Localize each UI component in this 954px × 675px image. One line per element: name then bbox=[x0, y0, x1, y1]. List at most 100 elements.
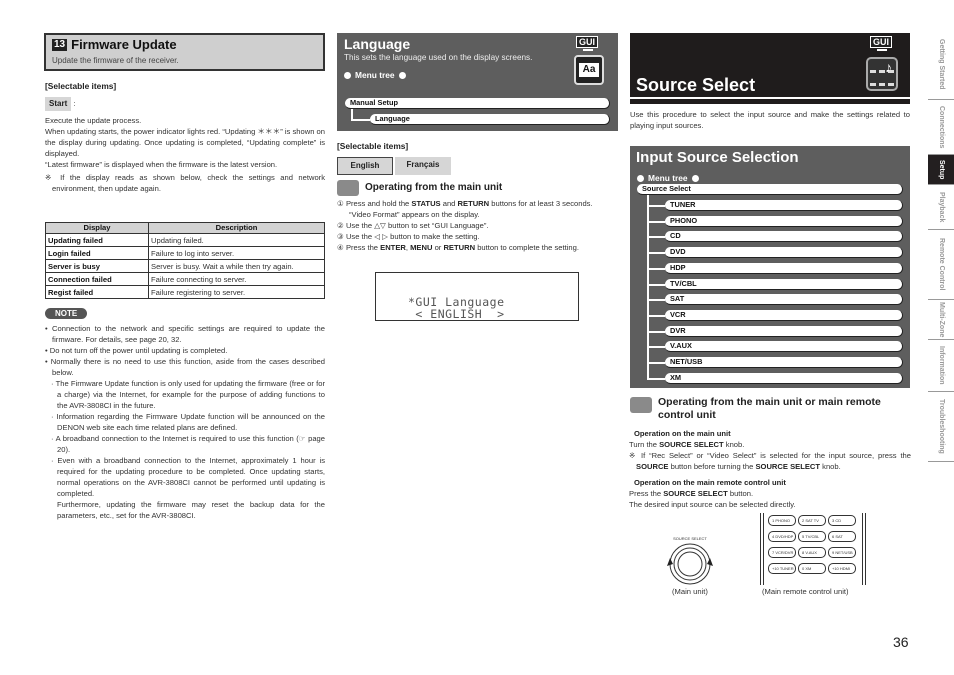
language-description: This sets the language used on the displ… bbox=[344, 53, 533, 62]
start-item: Start : bbox=[45, 97, 75, 111]
description-cell: Server is busy. Wait a while then try ag… bbox=[148, 259, 325, 273]
remote-key[interactable]: +10 TUNER bbox=[768, 563, 796, 574]
display-cell: Server is busy bbox=[45, 259, 149, 273]
remote-key[interactable]: 2 SAT TV bbox=[798, 515, 826, 526]
tree-item-source[interactable]: SAT bbox=[665, 294, 903, 306]
section-number: 13 bbox=[52, 39, 68, 52]
remote-key-row: 7 VCR/DVR 8 V.AUX 9 NET/USB bbox=[768, 547, 858, 558]
side-tab-label: Connections bbox=[938, 105, 946, 149]
side-tab-playback[interactable]: Playback bbox=[928, 185, 954, 230]
tree-item-source[interactable]: TUNER bbox=[665, 200, 903, 211]
side-navigation: Getting Started Connections Setup Playback R… bbox=[928, 30, 954, 470]
execute-text: Execute the update process. bbox=[45, 116, 142, 125]
header-divider bbox=[630, 99, 910, 104]
side-tab-remote-control[interactable]: Remote Control bbox=[928, 230, 954, 300]
remote-key[interactable]: 4 DVD/HDP bbox=[768, 531, 796, 542]
menu-tree-label: Menu tree bbox=[637, 172, 699, 184]
source-select-knob: SOURCE SELECT bbox=[660, 536, 720, 586]
step-3: ③ Use the ◁ ▷ button to make the setting… bbox=[337, 232, 480, 241]
side-tab-connections[interactable]: Connections bbox=[928, 100, 954, 155]
table-row: Updating failed Updating failed. bbox=[45, 233, 325, 247]
remote-key-row: 1 PHONO 2 SAT TV 3 CD bbox=[768, 515, 858, 526]
remote-key[interactable]: 1 PHONO bbox=[768, 515, 796, 526]
tree-item-source[interactable]: NET/USB bbox=[665, 357, 903, 368]
firmware-description: Execute the update process. When updatin… bbox=[45, 115, 325, 194]
side-tab-getting-started[interactable]: Getting Started bbox=[928, 30, 954, 100]
display-cell: Regist failed bbox=[45, 285, 149, 299]
tree-connector bbox=[647, 362, 667, 364]
side-tab-troubleshooting[interactable]: Troubleshooting bbox=[928, 392, 954, 462]
tree-connector bbox=[647, 299, 667, 302]
display-note: ※ If the display reads as shown below, c… bbox=[45, 173, 325, 193]
tree-item-source[interactable]: DVD bbox=[665, 247, 903, 259]
remote-key[interactable]: 0 XM bbox=[798, 563, 826, 574]
main-unit-heading: Operation on the main unit bbox=[634, 429, 731, 438]
side-tab-multi-zone[interactable]: Multi-Zone bbox=[928, 300, 954, 340]
side-tab-label: Multi-Zone bbox=[938, 301, 946, 338]
sub-note-continued: Furthermore, updating the firmware may r… bbox=[57, 500, 325, 520]
table-header-display: Display bbox=[45, 222, 149, 234]
gui-icon: GUI bbox=[576, 36, 599, 48]
language-title: Language bbox=[344, 36, 411, 52]
latest-paragraph: “Latest firmware” is displayed when the … bbox=[45, 160, 278, 169]
tree-item-source[interactable]: XM bbox=[665, 372, 903, 384]
display-cell: Updating failed bbox=[45, 233, 149, 247]
option-english[interactable]: English bbox=[337, 157, 393, 175]
sub-note-item: · Even with a broadband connection to th… bbox=[51, 456, 325, 498]
table-row: Login failed Failure to log into server. bbox=[45, 246, 325, 260]
page-number: 36 bbox=[893, 634, 909, 650]
option-francais[interactable]: Français bbox=[395, 157, 451, 175]
tree-item-source[interactable]: V.AUX bbox=[665, 341, 903, 353]
tree-item-source[interactable]: VCR bbox=[665, 309, 903, 321]
input-source-title: Input Source Selection bbox=[636, 149, 799, 166]
menu-tree-text: Menu tree bbox=[648, 173, 688, 183]
hand-pointer-icon bbox=[630, 397, 652, 413]
side-tab-information[interactable]: Information bbox=[928, 340, 954, 392]
table-row: Connection failed Failure connecting to … bbox=[45, 272, 325, 286]
remote-key[interactable]: 6 SAT bbox=[828, 531, 856, 542]
tree-connector bbox=[647, 236, 667, 239]
side-tab-label: Remote Control bbox=[938, 238, 946, 291]
remote-key[interactable]: 7 VCR/DVR bbox=[768, 547, 796, 558]
operating-heading-text: Operating from the main unit or main rem… bbox=[658, 396, 881, 421]
tree-connector bbox=[647, 205, 667, 207]
remote-key[interactable]: 3 CD bbox=[828, 515, 856, 526]
lcd-display: *GUI Language < ENGLISH > bbox=[375, 272, 579, 321]
remote-key[interactable]: 5 TV/CBL bbox=[798, 531, 826, 542]
display-cell: Login failed bbox=[45, 246, 149, 260]
tree-item-source[interactable]: PHONO bbox=[665, 215, 903, 227]
source-select-description: Use this procedure to select the input s… bbox=[630, 110, 910, 130]
firmware-update-header: 13 Firmware Update Update the firmware o… bbox=[44, 33, 325, 71]
start-colon: : bbox=[73, 99, 76, 108]
language-options: English Français bbox=[337, 157, 451, 175]
remote-key[interactable]: 9 NET/USB bbox=[828, 547, 856, 558]
start-chip: Start bbox=[45, 97, 72, 111]
error-display-table: Display Description Updating failed Upda… bbox=[45, 222, 325, 299]
section-title: Firmware Update bbox=[71, 37, 177, 52]
side-tab-label: Information bbox=[938, 346, 946, 385]
bullet-dot-icon bbox=[344, 71, 351, 79]
step-2: ② Use the △▽ button to set “GUI Language… bbox=[337, 221, 489, 230]
tree-item-source[interactable]: CD bbox=[665, 231, 903, 243]
tree-item-source-select[interactable]: Source Select bbox=[637, 184, 903, 195]
tree-connector bbox=[647, 330, 667, 333]
gui-stand-icon bbox=[583, 49, 593, 51]
tree-item-source[interactable]: HDP bbox=[665, 262, 903, 274]
description-cell: Updating failed. bbox=[148, 233, 325, 247]
description-cell: Failure to log into server. bbox=[148, 246, 325, 260]
selectable-items-label: [Selectable items] bbox=[45, 81, 117, 91]
tree-item-manual-setup[interactable]: Manual Setup bbox=[345, 98, 610, 109]
caption-remote-unit: (Main remote control unit) bbox=[762, 587, 849, 596]
tree-item-source[interactable]: TV/CBL bbox=[665, 278, 903, 290]
bullet-dot-icon bbox=[637, 174, 644, 182]
side-tab-setup[interactable]: Setup bbox=[928, 155, 954, 185]
tree-item-language[interactable]: Language bbox=[370, 114, 610, 125]
tree-connector bbox=[647, 283, 667, 286]
caption-main-unit: (Main unit) bbox=[672, 587, 708, 596]
source-select-title: Source Select bbox=[636, 75, 756, 95]
operating-heading: Operating from the main unit bbox=[337, 180, 502, 196]
tree-connector bbox=[647, 252, 667, 255]
tree-item-source[interactable]: DVR bbox=[665, 325, 903, 337]
remote-key[interactable]: 8 V.AUX bbox=[798, 547, 826, 558]
remote-key[interactable]: +10 HDMI bbox=[828, 563, 856, 574]
